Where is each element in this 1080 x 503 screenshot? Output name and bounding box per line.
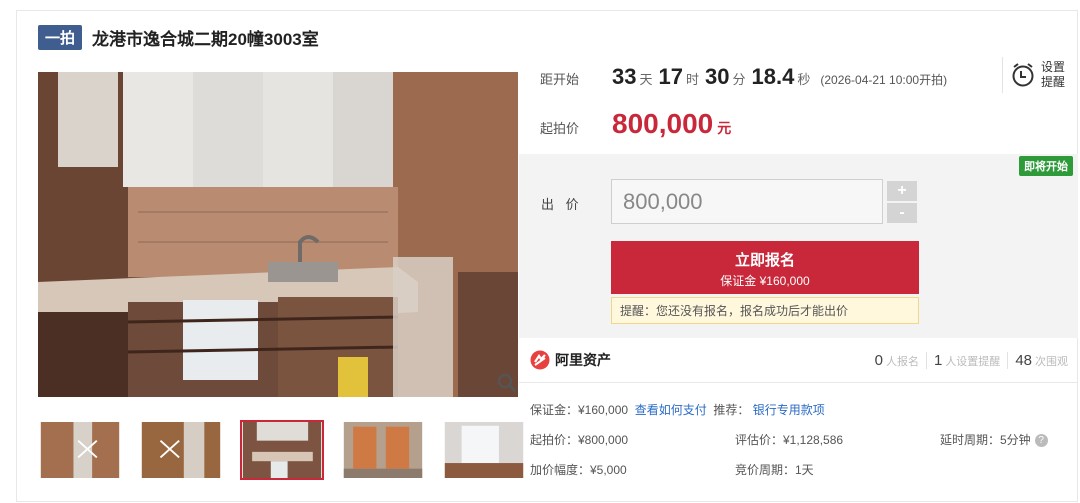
ali-assets-logo[interactable]: 阿里资产: [530, 350, 611, 370]
ali-assets-logo-icon: [530, 350, 550, 370]
detail-delay-text: 延时周期：5分钟: [940, 432, 1031, 447]
auction-timing: 距开始 33 天 17 时 30 分 18.4 秒 (2026-04-21 10…: [540, 64, 947, 140]
stat-label: 人设置提醒: [945, 355, 1001, 368]
register-button-label: 立即报名: [734, 252, 795, 269]
reminder-label-line1: 设置: [1041, 60, 1066, 74]
help-icon[interactable]: ?: [1034, 433, 1048, 447]
countdown-hours: 17: [658, 64, 683, 89]
stat-views: 48 次围观: [1007, 351, 1075, 369]
details-row-3: 加价幅度：¥5,000 竞价周期：1天: [530, 454, 1048, 484]
start-time-note: (2026-04-21 10:00开拍): [820, 73, 948, 87]
register-now-button[interactable]: 立即报名 保证金 ¥160,000: [611, 241, 919, 294]
detail-estimate-price: 评估价：¥1,128,586: [735, 432, 844, 447]
round-badge: 一拍: [38, 24, 83, 50]
stat-number: 0: [874, 351, 883, 369]
countdown-seconds: 18.4: [751, 64, 795, 89]
increase-bid-button[interactable]: +: [887, 181, 917, 201]
countdown-seconds-unit: 秒: [797, 72, 811, 87]
register-deposit-label: 保证金 ¥160,000: [720, 274, 810, 288]
thumbnail-1[interactable]: [38, 420, 122, 480]
details-row-1: 保证金：¥160,000 查看如何支付 推荐： 银行专用款项: [530, 394, 1048, 424]
thumbnail-2[interactable]: [139, 420, 223, 480]
auction-details: 保证金：¥160,000 查看如何支付 推荐： 银行专用款项 起拍价：¥800,…: [530, 394, 1048, 484]
bid-panel: 即将开始 出 价 800,000 + - 立即报名 保证金 ¥160,000 提…: [519, 154, 1078, 338]
lot-title-row: 一拍 龙港市逸合城二期20幢3003室: [38, 24, 319, 50]
thumbnail-5[interactable]: [442, 420, 526, 480]
thumbnail-4[interactable]: [341, 420, 425, 480]
detail-start-price: 起拍价：¥800,000: [530, 432, 629, 447]
countdown-days-unit: 天: [639, 72, 653, 87]
countdown-row: 距开始 33 天 17 时 30 分 18.4 秒 (2026-04-21 10…: [540, 64, 947, 98]
alarm-clock-icon: [1012, 63, 1034, 87]
detail-increment: 加价幅度：¥5,000: [530, 462, 627, 477]
reminder-label-line2: 提醒: [1041, 75, 1066, 89]
lot-title: 龙港市逸合城二期20幢3003室: [92, 29, 319, 49]
stat-label: 人报名: [885, 355, 919, 368]
platform-stats-row: 阿里资产 0 人报名 1 人设置提醒 48 次围观: [530, 343, 1075, 377]
main-photo[interactable]: [38, 72, 518, 397]
thumbnail-strip: [38, 420, 526, 480]
kitchen-photo: [38, 72, 518, 397]
countdown-minutes-unit: 分: [732, 72, 746, 87]
status-badge: 即将开始: [1019, 156, 1073, 176]
deposit-info: 保证金：¥160,000: [530, 402, 629, 417]
bid-stepper: + -: [887, 181, 917, 223]
recommend-label: 推荐：: [713, 402, 750, 417]
countdown-hours-unit: 时: [685, 72, 699, 87]
how-to-pay-link[interactable]: 查看如何支付: [635, 401, 707, 418]
details-row-2: 起拍价：¥800,000 评估价：¥1,128,586 延时周期：5分钟?: [530, 424, 1048, 454]
stat-reminders: 1 人设置提醒: [925, 351, 1007, 369]
start-price-unit: 元: [717, 120, 732, 136]
bid-label: 出 价: [541, 197, 583, 212]
detail-bid-cycle: 竞价周期：1天: [735, 462, 814, 477]
zoom-icon[interactable]: [496, 372, 518, 394]
thumbnail-3-selected[interactable]: [240, 420, 324, 480]
ali-assets-logo-text: 阿里资产: [555, 352, 611, 368]
auction-stats: 0 人报名 1 人设置提醒 48 次围观: [868, 351, 1075, 369]
start-price-label: 起拍价: [540, 121, 580, 136]
start-price-row: 起拍价 800,000 元: [540, 108, 947, 140]
divider: [519, 382, 1078, 383]
stat-registrations: 0 人报名: [868, 352, 926, 369]
stat-number: 1: [933, 351, 943, 369]
detail-delay-period: 延时周期：5分钟?: [940, 431, 1048, 448]
decrease-bid-button[interactable]: -: [887, 203, 917, 223]
countdown-minutes: 30: [705, 64, 730, 89]
stat-number: 48: [1015, 351, 1032, 369]
countdown-days: 33: [612, 64, 637, 89]
bank-funds-link[interactable]: 银行专用款项: [753, 401, 825, 418]
set-reminder-button[interactable]: 设置 提醒: [1002, 57, 1070, 93]
stat-label: 次围观: [1035, 355, 1068, 368]
countdown-label: 距开始: [540, 72, 580, 87]
register-tip: 提醒：您还没有报名，报名成功后才能出价: [611, 297, 919, 324]
bid-amount-input[interactable]: 800,000: [611, 179, 883, 224]
start-price-value: 800,000: [612, 108, 714, 139]
